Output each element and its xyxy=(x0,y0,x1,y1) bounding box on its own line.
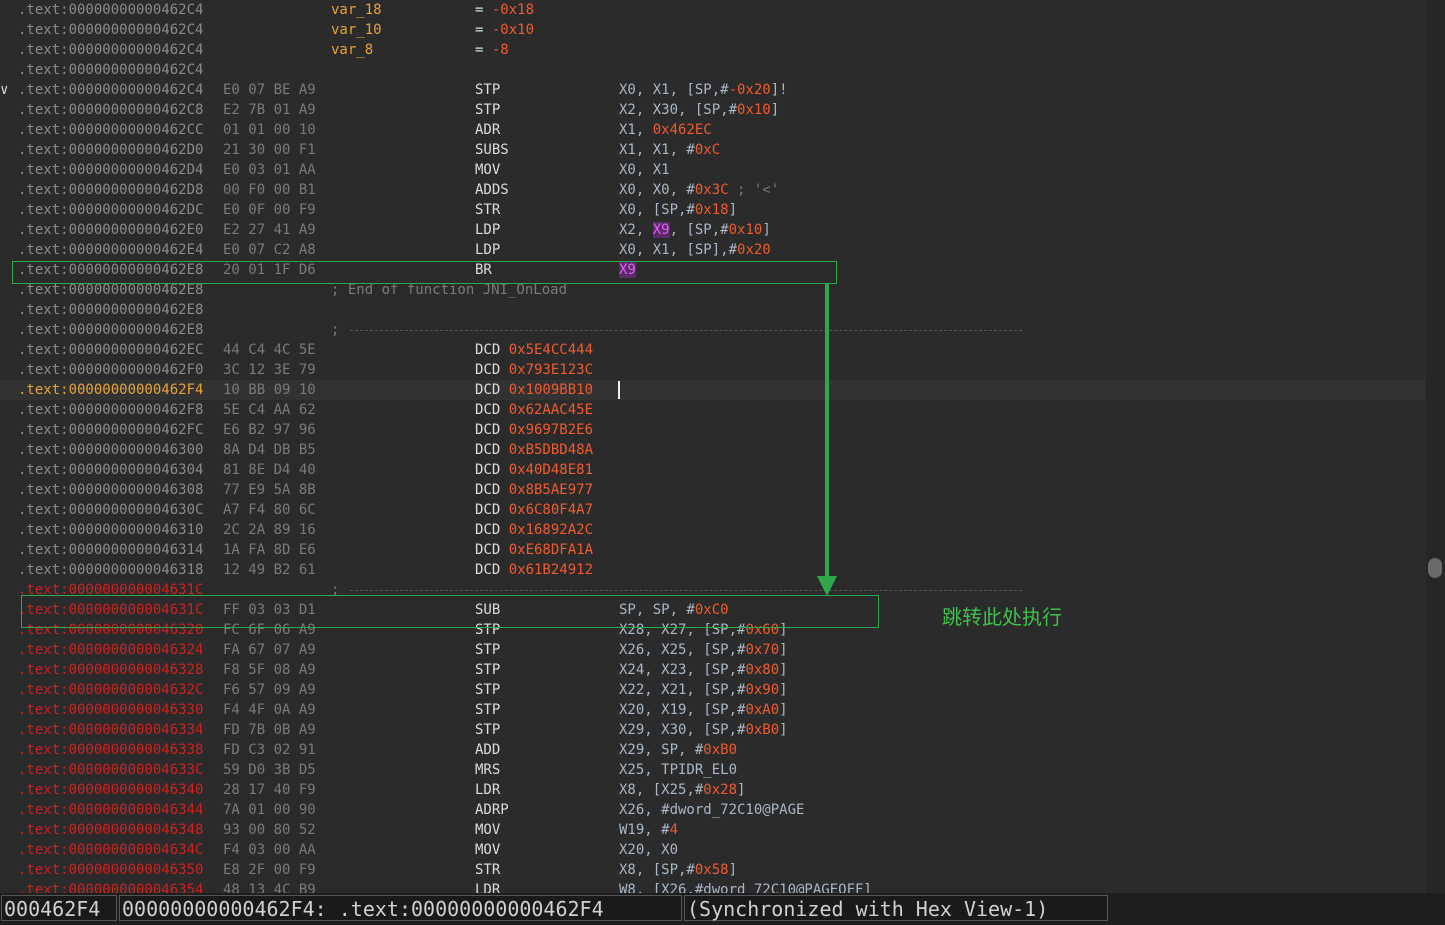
vertical-scrollbar[interactable] xyxy=(1426,0,1445,893)
status-bar: 000462F4 00000000000462F4: .text:0000000… xyxy=(0,893,1445,925)
jump-arrow xyxy=(817,283,837,596)
text-cursor xyxy=(618,381,620,399)
status-offset: 000462F4 xyxy=(1,895,117,921)
status-location: 00000000000462F4: .text:00000000000462F4 xyxy=(119,895,682,921)
jump-annotation: 跳转此处执行 xyxy=(942,605,1062,629)
status-sync: (Synchronized with Hex View-1) xyxy=(684,895,1108,921)
scrollbar-thumb[interactable] xyxy=(1428,558,1442,578)
